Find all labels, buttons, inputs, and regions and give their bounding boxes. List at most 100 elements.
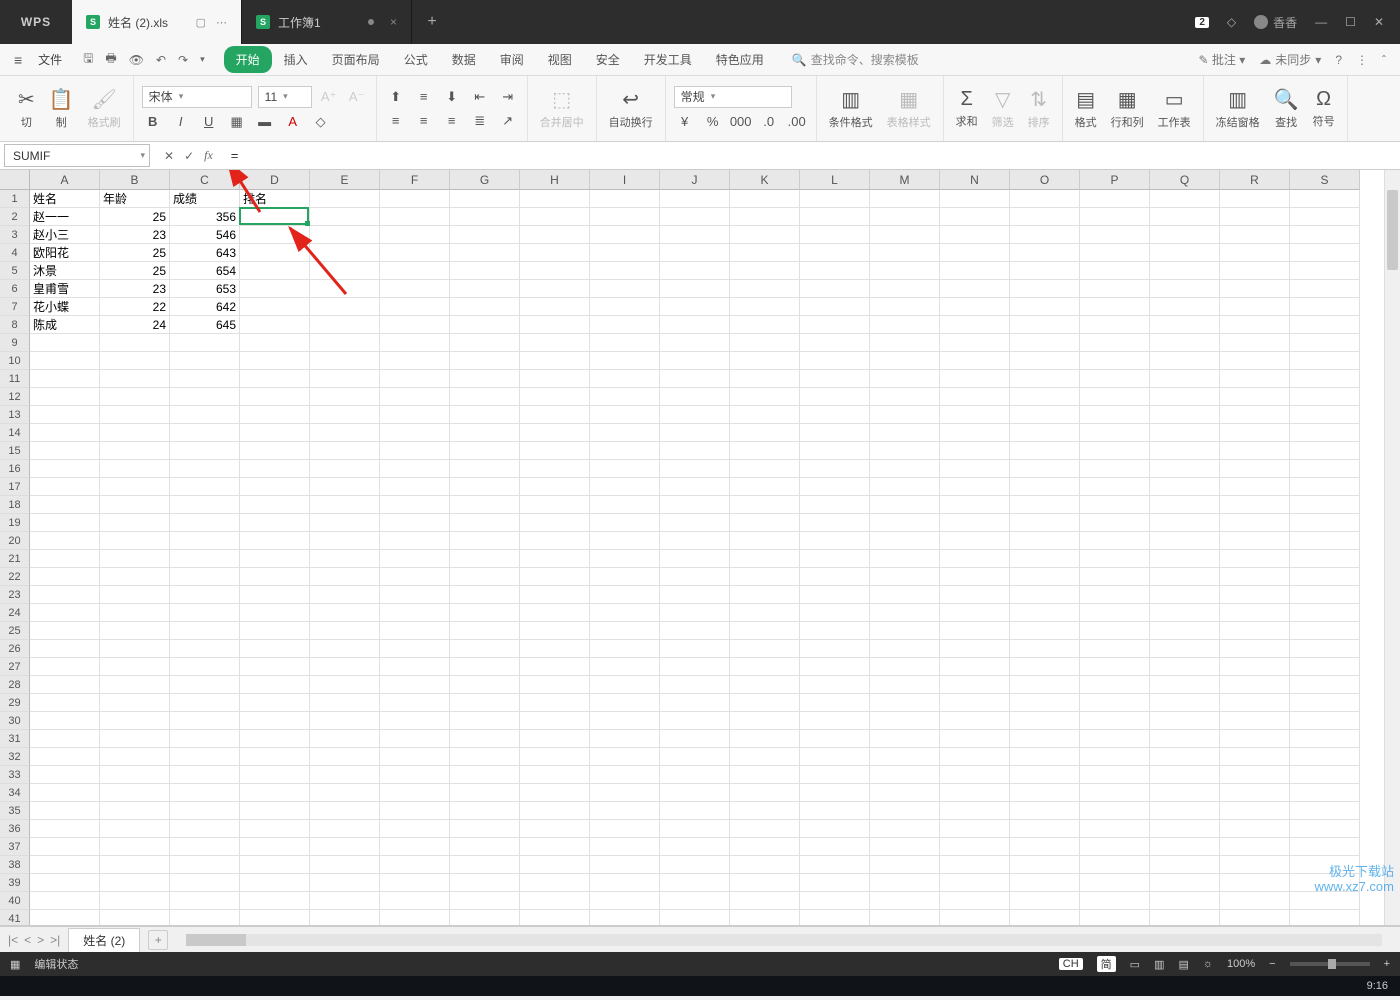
cell[interactable] <box>520 280 590 298</box>
row-header[interactable]: 2 <box>0 208 30 226</box>
font-name-select[interactable]: 宋体▾ <box>142 86 252 108</box>
cell[interactable] <box>870 208 940 226</box>
cell[interactable] <box>380 208 450 226</box>
cell[interactable] <box>940 460 1010 478</box>
cell[interactable] <box>1220 280 1290 298</box>
cell[interactable] <box>240 550 310 568</box>
cell[interactable] <box>170 442 240 460</box>
cell[interactable] <box>170 550 240 568</box>
cell[interactable] <box>1010 766 1080 784</box>
cell[interactable] <box>100 460 170 478</box>
row-header[interactable]: 30 <box>0 712 30 730</box>
cell[interactable] <box>1080 370 1150 388</box>
cell[interactable] <box>1080 496 1150 514</box>
cell[interactable] <box>1150 424 1220 442</box>
cell[interactable] <box>590 280 660 298</box>
cell[interactable] <box>520 856 590 874</box>
view-break-icon[interactable]: ▤ <box>1178 958 1188 971</box>
cell[interactable] <box>800 784 870 802</box>
cell[interactable] <box>240 334 310 352</box>
sync-status[interactable]: ☁ 未同步 ▾ <box>1259 51 1321 68</box>
cell[interactable] <box>870 694 940 712</box>
cell[interactable] <box>800 730 870 748</box>
cell[interactable] <box>450 280 520 298</box>
cell[interactable] <box>450 694 520 712</box>
cell[interactable] <box>1220 334 1290 352</box>
cell[interactable] <box>730 406 800 424</box>
cell[interactable] <box>1290 748 1360 766</box>
cell[interactable] <box>1080 766 1150 784</box>
cell[interactable] <box>1150 478 1220 496</box>
number-format-select[interactable]: 常规▾ <box>674 86 792 108</box>
cell[interactable] <box>1290 298 1360 316</box>
comma-icon[interactable]: 000 <box>730 112 752 132</box>
cell[interactable] <box>800 604 870 622</box>
cell[interactable] <box>30 406 100 424</box>
cell[interactable] <box>870 568 940 586</box>
cell[interactable] <box>1220 496 1290 514</box>
cell[interactable] <box>940 334 1010 352</box>
cell[interactable] <box>170 478 240 496</box>
cell[interactable] <box>1080 298 1150 316</box>
cell[interactable] <box>1220 244 1290 262</box>
cell[interactable] <box>1220 532 1290 550</box>
cell[interactable] <box>940 784 1010 802</box>
cell[interactable] <box>100 586 170 604</box>
collapse-ribbon-icon[interactable]: ˆ <box>1382 53 1386 67</box>
row-header[interactable]: 7 <box>0 298 30 316</box>
cell[interactable] <box>520 424 590 442</box>
cell[interactable] <box>1010 802 1080 820</box>
cell[interactable] <box>940 820 1010 838</box>
cell[interactable] <box>590 856 660 874</box>
cell[interactable] <box>450 226 520 244</box>
cell[interactable] <box>1010 298 1080 316</box>
cell[interactable] <box>1150 316 1220 334</box>
cell[interactable]: 23 <box>100 226 170 244</box>
col-header[interactable]: C <box>170 170 240 190</box>
cell[interactable] <box>940 676 1010 694</box>
cell[interactable] <box>1080 838 1150 856</box>
row-header[interactable]: 35 <box>0 802 30 820</box>
cell[interactable] <box>170 514 240 532</box>
col-header[interactable]: O <box>1010 170 1080 190</box>
col-header[interactable]: N <box>940 170 1010 190</box>
cell[interactable]: 356 <box>170 208 240 226</box>
cell[interactable] <box>520 604 590 622</box>
row-header[interactable]: 39 <box>0 874 30 892</box>
cell[interactable] <box>310 298 380 316</box>
cell[interactable] <box>450 874 520 892</box>
cell[interactable] <box>730 388 800 406</box>
cell[interactable] <box>170 388 240 406</box>
cell[interactable] <box>1150 406 1220 424</box>
cell[interactable] <box>380 190 450 208</box>
cell[interactable] <box>170 856 240 874</box>
cell[interactable] <box>940 892 1010 910</box>
cell[interactable] <box>100 550 170 568</box>
cell[interactable] <box>380 748 450 766</box>
cell[interactable] <box>1290 874 1360 892</box>
new-tab-button[interactable]: + <box>412 0 452 44</box>
cell[interactable] <box>590 640 660 658</box>
cell[interactable] <box>1080 406 1150 424</box>
cell[interactable] <box>1080 910 1150 926</box>
cell[interactable] <box>310 748 380 766</box>
decrease-font-icon[interactable]: A⁻ <box>346 87 368 107</box>
cell[interactable] <box>870 874 940 892</box>
cell[interactable] <box>1290 424 1360 442</box>
cell[interactable] <box>660 226 730 244</box>
cell[interactable] <box>310 334 380 352</box>
cell[interactable] <box>660 406 730 424</box>
cell[interactable] <box>590 712 660 730</box>
cell[interactable] <box>520 910 590 926</box>
cell[interactable] <box>100 424 170 442</box>
brightness-icon[interactable]: ☼ <box>1203 958 1213 970</box>
cell[interactable] <box>450 244 520 262</box>
cell[interactable] <box>240 316 310 334</box>
freeze-panes-button[interactable]: ▥冻结窗格 <box>1212 85 1264 132</box>
cell[interactable]: 欧阳花 <box>30 244 100 262</box>
cell[interactable] <box>1290 496 1360 514</box>
cell[interactable] <box>520 730 590 748</box>
cell[interactable] <box>1010 892 1080 910</box>
cell[interactable] <box>1080 280 1150 298</box>
cell[interactable] <box>1290 532 1360 550</box>
